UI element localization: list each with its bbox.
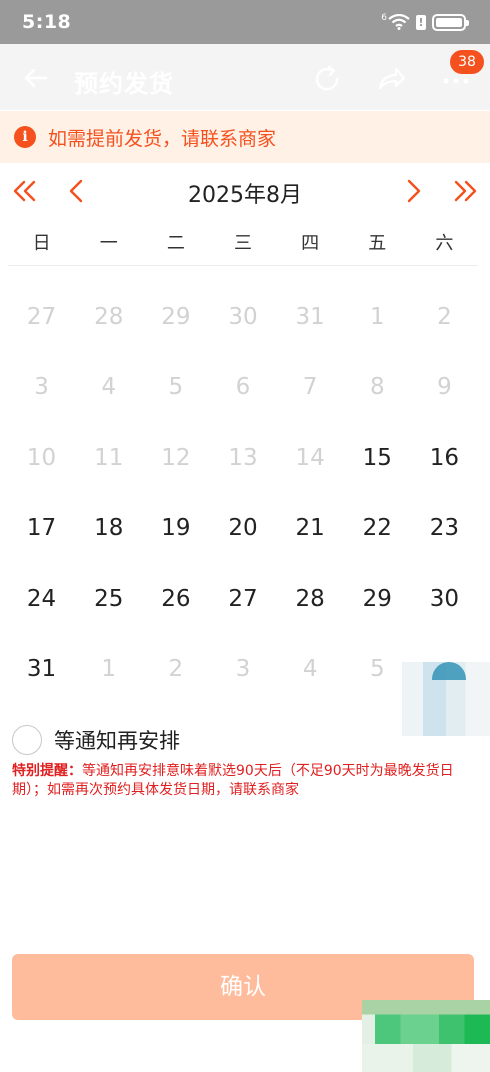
calendar-day[interactable]: 22 [344,493,411,563]
weekday-label: 五 [368,233,387,254]
back-arrow-icon[interactable] [22,64,50,92]
calendar-day[interactable]: 18 [75,493,142,563]
calendar-day-grid: 27 28 29 30 31 1 2 3 4 5 6 7 8 9 10 11 12 13 14 15 16 17 18 19 2… [8,282,478,704]
calendar-day[interactable]: 27 [209,564,276,634]
weekday-label: 六 [435,233,454,254]
calendar-day-disabled: 3 [34,374,49,401]
calendar-day[interactable]: 20 [209,493,276,563]
calendar-day-disabled: 31 [295,304,325,330]
calendar-day[interactable]: 30 [411,564,478,634]
calendar-day-disabled: 7 [302,374,318,401]
appointment-shipping-screen: 5:18 6 ! 预约发货 38 i 如需提前发货，请联系商家 2025年8月 … [0,0,490,1072]
calendar-day-disabled: 30 [228,304,258,330]
calendar-day-disabled: 8 [369,374,385,401]
status-time: 5:18 [22,11,72,33]
calendar-day-disabled: 10 [26,444,57,471]
weekday-label: 二 [166,233,185,254]
message-count-badge: 38 [450,50,484,74]
calendar-day[interactable]: 15 [344,423,411,493]
wifi-icon [388,14,410,30]
wait-option-label: 等通知再安排 [54,729,180,753]
page-title: 预约发货 [74,70,174,98]
calendar-day[interactable]: 26 [142,564,209,634]
calendar-day-disabled: 27 [26,304,57,330]
battery-fill [436,17,462,27]
calendar-day[interactable]: 25 [75,564,142,634]
calendar-day[interactable]: 31 [8,634,75,704]
wait-for-notice-option[interactable]: 等通知再安排 [12,724,180,756]
next-month-button[interactable] [398,176,428,206]
calendar-day-disabled: 12 [161,444,191,471]
calendar-day-disabled: 5 [168,374,184,401]
calendar-day-disabled: 1 [369,304,385,330]
weekday-label: 三 [233,233,252,254]
wait-option-radio[interactable] [12,725,42,755]
month-navigation: 2025年8月 [0,168,490,214]
battery-icon [432,13,469,31]
calendar-day-disabled: 2 [437,304,452,330]
special-notice: 特别提醒：等通知再安排意味着默选90天后（不足90天时为最晚发货日期）；如需再次… [12,762,480,800]
alert-icon: ! [416,14,426,30]
calendar-day-disabled: 28 [94,304,124,330]
calendar-day[interactable]: 21 [277,493,344,563]
calendar-day[interactable]: 17 [8,493,75,563]
share-icon[interactable] [374,62,408,96]
calendar-day[interactable]: 28 [277,564,344,634]
special-notice-prefix: 特别提醒： [12,763,82,779]
calendar-day-disabled: 4 [302,655,318,682]
app-header: 预约发货 [0,44,490,110]
notice-bar: i 如需提前发货，请联系商家 [0,111,490,163]
calendar-day-disabled: 29 [161,304,191,330]
obscured-region [402,662,490,736]
calendar-day-disabled: 1 [101,655,117,682]
info-icon: i [14,126,36,148]
calendar-day[interactable]: 19 [142,493,209,563]
weekday-header: 日 一 二 三 四 五 六 [8,222,478,266]
calendar-day[interactable]: 24 [8,564,75,634]
weekday-label: 四 [301,233,320,254]
next-year-button[interactable] [450,176,480,206]
calendar-day-disabled: 11 [94,444,124,471]
calendar-day-disabled: 6 [235,374,251,401]
calendar-day-disabled: 5 [369,655,385,682]
signal-label: 6 [381,13,387,23]
notice-text: 如需提前发货，请联系商家 [48,127,277,150]
status-icons: 6 ! [381,13,469,31]
obscured-region [362,1000,490,1072]
calendar-day[interactable]: 16 [411,423,478,493]
calendar-day-disabled: 14 [295,444,325,471]
calendar-day[interactable]: 23 [411,493,478,563]
weekday-label: 一 [99,233,118,254]
calendar-day-disabled: 9 [437,374,452,401]
calendar-day-disabled: 13 [228,444,258,471]
calendar-day-disabled: 4 [101,374,117,401]
status-bar: 5:18 6 ! [0,0,490,44]
calendar-day-disabled: 3 [235,655,251,682]
calendar-day[interactable]: 29 [344,564,411,634]
weekday-label: 日 [32,233,51,254]
refresh-icon[interactable] [310,62,344,96]
calendar-day-disabled: 2 [168,655,184,682]
